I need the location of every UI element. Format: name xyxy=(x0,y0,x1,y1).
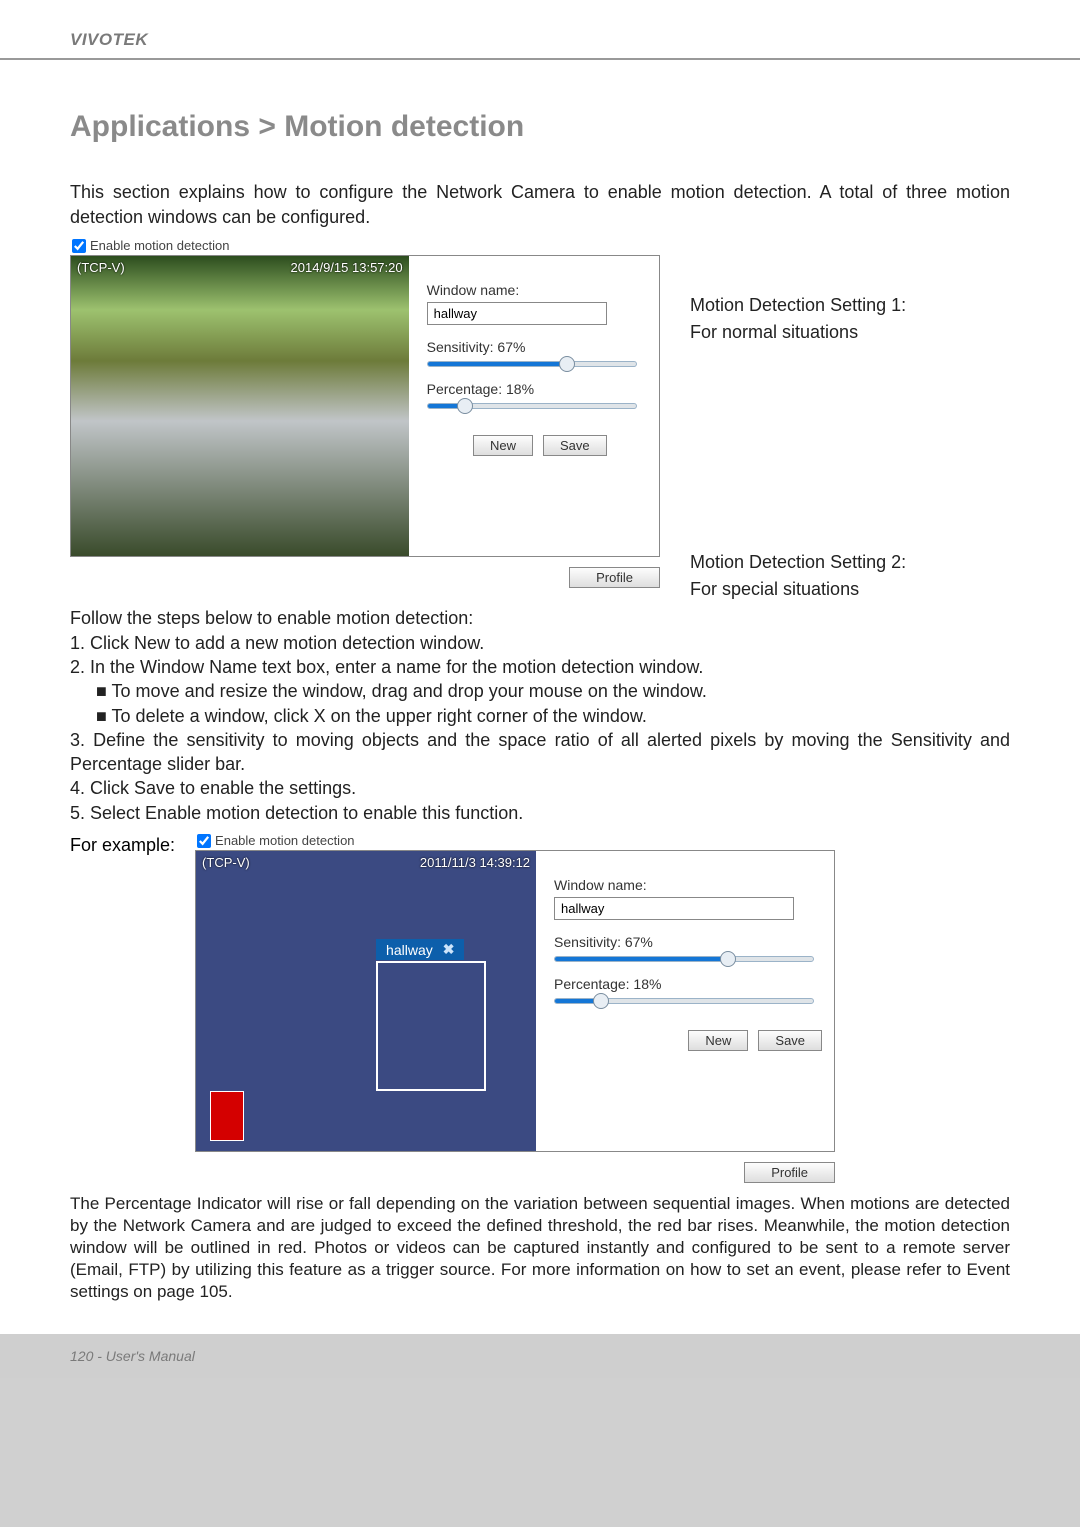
annotation-2a: Motion Detection Setting 2: xyxy=(690,551,906,574)
window-name-label: Window name: xyxy=(427,282,653,298)
step-2a: ■ To move and resize the window, drag an… xyxy=(70,679,1010,703)
brand-label: VIVOTEK xyxy=(70,30,1080,50)
enable-md-checkbox-2[interactable] xyxy=(197,834,211,848)
sensitivity-slider-2[interactable] xyxy=(554,956,814,962)
video-preview-1[interactable]: (TCP-V) 2014/9/15 13:57:20 xyxy=(71,256,409,556)
percentage-indicator-bar xyxy=(210,1091,244,1141)
step-4: 4. Click Save to enable the settings. xyxy=(70,776,1010,800)
hallway-window-label: hallway xyxy=(386,942,433,958)
for-example-label: For example: xyxy=(70,835,175,856)
enable-md-label-2: Enable motion detection xyxy=(215,833,354,848)
closing-paragraph: The Percentage Indicator will rise or fa… xyxy=(70,1193,1010,1303)
step-5: 5. Select Enable motion detection to ena… xyxy=(70,801,1010,825)
percentage-slider-2[interactable] xyxy=(554,998,814,1004)
percentage-label-2: Percentage: 18% xyxy=(554,976,822,992)
hallway-window-tag[interactable]: hallway ✖ xyxy=(376,939,464,960)
intro-text: This section explains how to configure t… xyxy=(70,180,1010,230)
annotation-1a: Motion Detection Setting 1: xyxy=(690,294,906,317)
step-2b: ■ To delete a window, click X on the upp… xyxy=(70,704,1010,728)
profile-button-2[interactable]: Profile xyxy=(744,1162,835,1183)
new-button[interactable]: New xyxy=(473,435,533,456)
window-name-input-2[interactable] xyxy=(554,897,794,920)
close-icon[interactable]: ✖ xyxy=(443,941,455,958)
step-1: 1. Click New to add a new motion detecti… xyxy=(70,631,1010,655)
save-button[interactable]: Save xyxy=(543,435,607,456)
enable-md-checkbox-row[interactable]: Enable motion detection xyxy=(72,238,660,253)
step-2: 2. In the Window Name text box, enter a … xyxy=(70,655,1010,679)
save-button-2[interactable]: Save xyxy=(758,1030,822,1051)
video-timestamp-2: 2011/11/3 14:39:12 xyxy=(420,855,530,870)
annotation-1b: For normal situations xyxy=(690,321,906,344)
window-name-input[interactable] xyxy=(427,302,607,325)
enable-md-checkbox-row-2[interactable]: Enable motion detection xyxy=(197,833,835,848)
enable-md-label: Enable motion detection xyxy=(90,238,229,253)
enable-md-checkbox[interactable] xyxy=(72,239,86,253)
steps-lead: Follow the steps below to enable motion … xyxy=(70,606,1010,630)
sensitivity-label-2: Sensitivity: 67% xyxy=(554,934,822,950)
footer-page-label: 120 - User's Manual xyxy=(70,1348,195,1364)
percentage-label: Percentage: 18% xyxy=(427,381,653,397)
page-heading: Applications > Motion detection xyxy=(70,110,1010,144)
video-title-2: (TCP-V) xyxy=(202,855,250,870)
window-name-label-2: Window name: xyxy=(554,877,822,893)
video-title-1: (TCP-V) xyxy=(77,260,125,275)
profile-button[interactable]: Profile xyxy=(569,567,660,588)
step-3: 3. Define the sensitivity to moving obje… xyxy=(70,728,1010,777)
sensitivity-label: Sensitivity: 67% xyxy=(427,339,653,355)
percentage-slider[interactable] xyxy=(427,403,637,409)
sensitivity-slider[interactable] xyxy=(427,361,637,367)
annotation-2b: For special situations xyxy=(690,578,906,601)
new-button-2[interactable]: New xyxy=(688,1030,748,1051)
video-timestamp-1: 2014/9/15 13:57:20 xyxy=(291,260,403,275)
video-preview-2[interactable]: (TCP-V) 2011/11/3 14:39:12 hallway ✖ xyxy=(196,851,536,1151)
hallway-window-box[interactable] xyxy=(376,961,486,1091)
